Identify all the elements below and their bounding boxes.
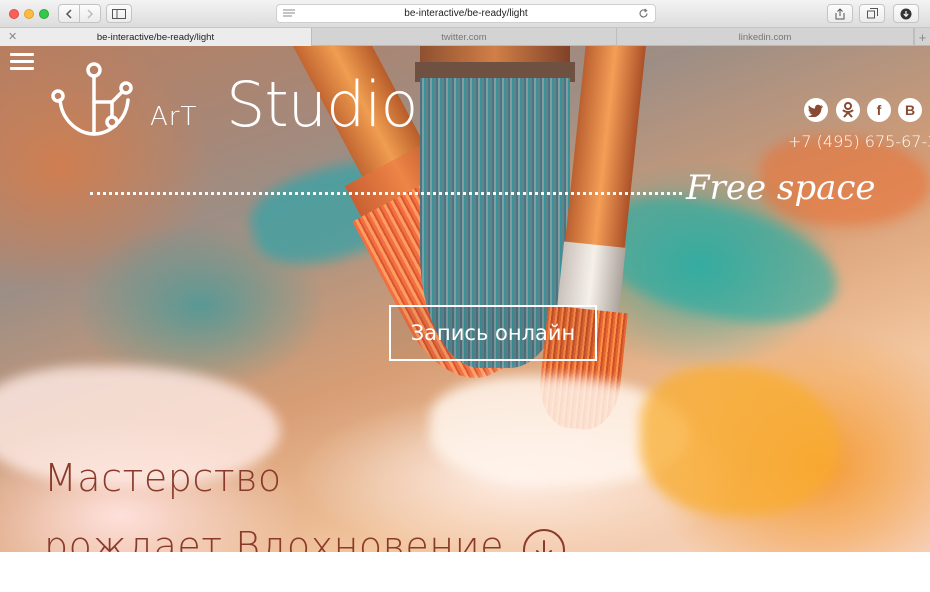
tab-linkedin[interactable]: linkedin.com: [617, 28, 914, 46]
tab-be-interactive[interactable]: ✕ be-interactive/be-ready/light: [0, 28, 312, 46]
zoom-window-button[interactable]: [39, 9, 49, 19]
forward-icon: [87, 8, 94, 19]
book-online-button[interactable]: Запись онлайн: [389, 305, 597, 361]
phone-number[interactable]: +7 (495) 675-67-37: [788, 132, 930, 151]
forward-button[interactable]: [79, 4, 101, 23]
facebook-button[interactable]: f: [867, 98, 891, 122]
vkontakte-icon: B: [904, 102, 916, 118]
logo-text-studio: Studio: [226, 68, 418, 141]
share-icon: [835, 7, 845, 19]
reload-icon[interactable]: [638, 8, 649, 19]
url-text: be-interactive/be-ready/light: [404, 8, 528, 19]
tab-label: linkedin.com: [738, 31, 792, 43]
close-tab-icon[interactable]: ✕: [8, 30, 17, 43]
downloads-button[interactable]: [893, 4, 919, 23]
vkontakte-button[interactable]: B: [898, 98, 922, 122]
sidebar-button[interactable]: [106, 4, 132, 23]
odnoklassniki-button[interactable]: [836, 98, 860, 122]
logo-text-art: ArT: [150, 102, 198, 132]
close-window-button[interactable]: [9, 9, 19, 19]
arrow-down-icon: [536, 540, 552, 552]
headline-line-2: рождает Вдохновение: [44, 524, 505, 552]
tab-label: twitter.com: [441, 31, 487, 43]
reader-icon[interactable]: [283, 9, 295, 18]
facebook-icon: f: [876, 102, 882, 118]
anchor-circuit-icon: [51, 62, 133, 136]
minimize-window-button[interactable]: [24, 9, 34, 19]
new-tab-icon[interactable]: +: [914, 28, 930, 46]
tab-label: be-interactive/be-ready/light: [96, 31, 215, 43]
browser-toolbar: be-interactive/be-ready/light: [0, 0, 930, 28]
headline-line-1: Мастерство: [44, 456, 282, 500]
share-button[interactable]: [827, 4, 853, 23]
download-icon: [900, 8, 912, 19]
address-bar[interactable]: be-interactive/be-ready/light: [276, 4, 656, 23]
sidebar-icon: [112, 8, 126, 19]
odnoklassniki-icon: [842, 102, 854, 118]
hamburger-menu-icon[interactable]: [10, 53, 34, 71]
artstudio-logo[interactable]: ArT Studio: [50, 56, 480, 146]
hero-section: ArT Studio Free space f B +7 (495) 675-6…: [0, 46, 930, 552]
tabs-overview-button[interactable]: [859, 4, 885, 23]
tagline: Free space: [686, 168, 876, 208]
tab-twitter[interactable]: twitter.com: [312, 28, 617, 46]
back-button[interactable]: [58, 4, 80, 23]
tabs-overview-icon: [866, 8, 878, 19]
twitter-button[interactable]: [804, 98, 828, 122]
twitter-icon: [808, 104, 823, 117]
tab-bar: ✕ be-interactive/be-ready/light twitter.…: [0, 28, 930, 46]
back-icon: [65, 8, 72, 19]
dotted-divider: [90, 192, 682, 195]
